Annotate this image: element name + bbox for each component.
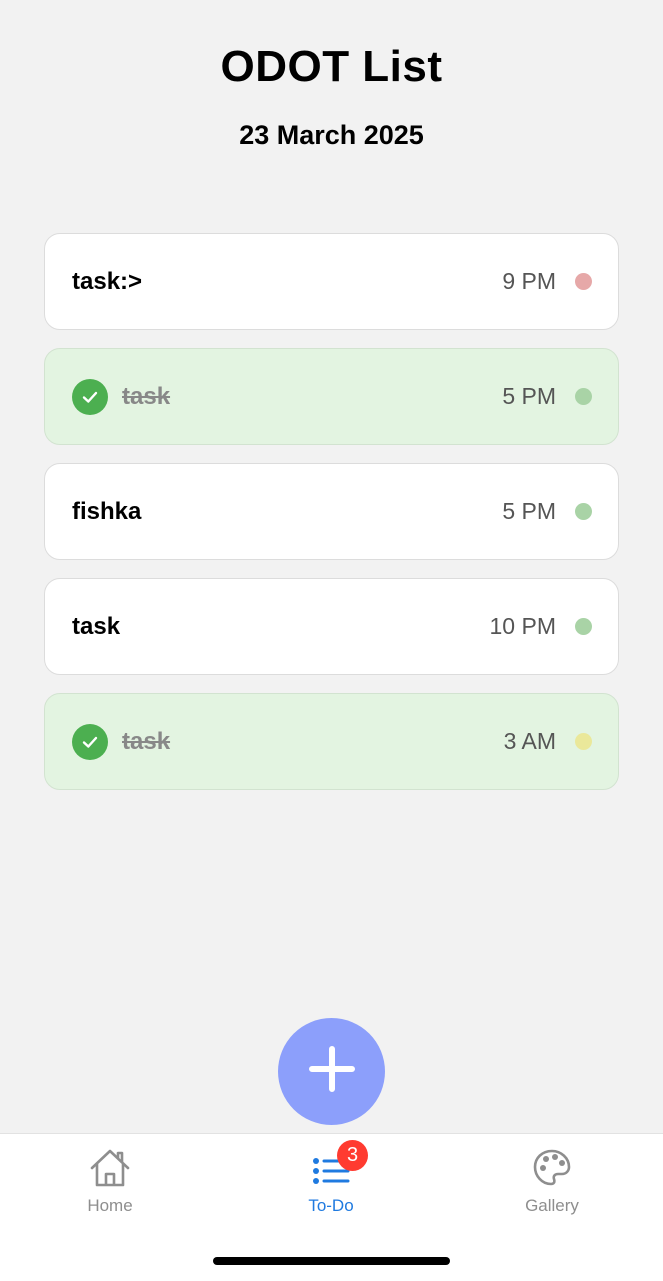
tab-label: Home xyxy=(87,1196,133,1215)
palette-icon xyxy=(477,1144,627,1188)
task-list: task:> 9 PM task 5 PM fishka 5 PM task 1… xyxy=(44,233,619,808)
task-title: fishka xyxy=(72,497,142,525)
task-time: 5 PM xyxy=(502,498,556,524)
tab-label: To-Do xyxy=(308,1196,354,1215)
task-time: 10 PM xyxy=(489,613,556,639)
list-icon: 3 xyxy=(256,1140,406,1188)
tab-gallery[interactable]: Gallery xyxy=(477,1144,627,1216)
add-task-button[interactable] xyxy=(278,1018,385,1125)
task-item[interactable]: task 5 PM xyxy=(44,348,619,445)
task-time: 3 AM xyxy=(503,728,556,754)
page-title: ODOT List xyxy=(220,42,443,91)
tab-label: Gallery xyxy=(525,1196,579,1215)
priority-dot xyxy=(575,733,592,750)
tab-todo[interactable]: 3 To-Do xyxy=(256,1140,406,1216)
task-title: task:> xyxy=(72,267,143,295)
task-title: task xyxy=(72,612,121,640)
task-title: task xyxy=(122,727,171,755)
task-item[interactable]: task 3 AM xyxy=(44,693,619,790)
task-item[interactable]: task:> 9 PM xyxy=(44,233,619,330)
priority-dot xyxy=(575,273,592,290)
plus-icon xyxy=(306,1043,358,1100)
check-icon[interactable] xyxy=(72,723,108,760)
task-time: 9 PM xyxy=(502,268,556,294)
priority-dot xyxy=(575,388,592,405)
priority-dot xyxy=(575,618,592,635)
check-icon[interactable] xyxy=(72,378,108,415)
notification-badge: 3 xyxy=(337,1140,368,1171)
tab-home[interactable]: Home xyxy=(35,1144,185,1216)
home-icon xyxy=(35,1144,185,1188)
current-date: 23 March 2025 xyxy=(239,120,424,150)
priority-dot xyxy=(575,503,592,520)
task-item[interactable]: task 10 PM xyxy=(44,578,619,675)
task-item[interactable]: fishka 5 PM xyxy=(44,463,619,560)
task-title: task xyxy=(122,382,171,410)
task-time: 5 PM xyxy=(502,383,556,409)
home-indicator[interactable] xyxy=(213,1257,450,1265)
